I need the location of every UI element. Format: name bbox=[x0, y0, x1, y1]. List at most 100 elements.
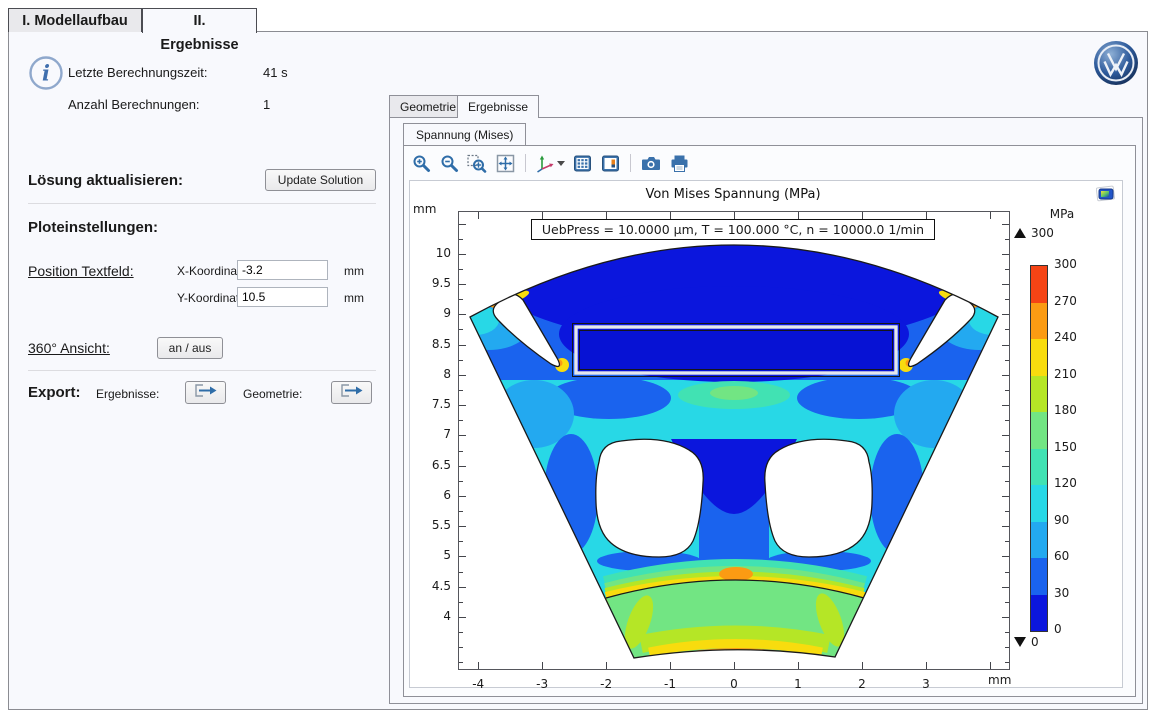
legend-color-segment bbox=[1031, 558, 1047, 595]
grid-toggle-icon[interactable] bbox=[571, 152, 593, 174]
axis-tick bbox=[459, 662, 463, 663]
axis-tick bbox=[926, 212, 927, 219]
export-geometry-button[interactable] bbox=[331, 381, 372, 404]
axis-tick-label: 1 bbox=[783, 677, 813, 691]
axis-tick bbox=[734, 662, 735, 669]
axis-tick-label: -1 bbox=[655, 677, 685, 691]
dropdown-caret-icon[interactable] bbox=[557, 161, 565, 166]
axis-tick bbox=[459, 466, 466, 467]
legend-tick-label: 60 bbox=[1054, 549, 1094, 563]
toolbar-separator bbox=[630, 154, 631, 172]
axis-tick bbox=[1002, 314, 1009, 315]
axis-tick-label: 10 bbox=[411, 246, 451, 260]
axis-tick bbox=[459, 405, 466, 406]
axis-tick-label: 7.5 bbox=[411, 397, 451, 411]
axis-tick-label: 9 bbox=[411, 306, 451, 320]
axis-tick-label: 2 bbox=[847, 677, 877, 691]
legend-unit: MPa bbox=[1032, 207, 1092, 221]
snapshot-camera-icon[interactable] bbox=[640, 152, 662, 174]
tab-ergebnisse[interactable]: II. Ergebnisse bbox=[142, 8, 257, 33]
legend-tick-label: 120 bbox=[1054, 476, 1094, 490]
svg-text:i: i bbox=[42, 61, 50, 86]
axis-tick-label: 6 bbox=[411, 488, 451, 502]
min-triangle-icon bbox=[1014, 637, 1026, 647]
zoom-extents-icon[interactable] bbox=[494, 152, 516, 174]
legend-tick-label: 270 bbox=[1054, 294, 1094, 308]
axis-tick bbox=[459, 390, 463, 391]
toolbar-separator bbox=[525, 154, 526, 172]
export-results-button[interactable] bbox=[185, 381, 226, 404]
axis-tick-label: 4.5 bbox=[411, 579, 451, 593]
plot-group-icon[interactable] bbox=[1096, 185, 1116, 207]
axis-tick bbox=[542, 662, 543, 669]
axis-tick bbox=[459, 511, 463, 512]
axis-tick bbox=[459, 647, 463, 648]
axis-tick bbox=[1002, 526, 1009, 527]
axis-tick bbox=[459, 587, 466, 588]
axis-tick bbox=[862, 212, 863, 219]
axis-tick bbox=[798, 662, 799, 669]
axis-tick bbox=[606, 212, 607, 219]
axis-tick bbox=[459, 345, 466, 346]
last-computation-value: 41 s bbox=[263, 65, 288, 80]
axis-tick bbox=[1005, 299, 1009, 300]
axis-tick bbox=[459, 572, 463, 573]
axis-tick bbox=[459, 360, 463, 361]
legend-min-marker: 0 bbox=[1014, 635, 1039, 649]
x-coordinate-input[interactable] bbox=[237, 260, 328, 280]
tab-geometrie[interactable]: Geometrie bbox=[389, 95, 467, 117]
tab-modellaufbau[interactable]: I. Modellaufbau bbox=[8, 8, 142, 32]
graphics-canvas[interactable]: Von Mises Spannung (MPa) UebPress = 10.0… bbox=[409, 180, 1123, 688]
legend-tick-label: 300 bbox=[1054, 257, 1094, 271]
zoom-box-icon[interactable] bbox=[466, 152, 488, 174]
print-icon[interactable] bbox=[668, 152, 690, 174]
axis-tick bbox=[1005, 481, 1009, 482]
axis-tick-label: 8 bbox=[411, 367, 451, 381]
axis-tick bbox=[459, 299, 463, 300]
update-solution-button[interactable]: Update Solution bbox=[265, 169, 376, 191]
legend-tick-label: 90 bbox=[1054, 513, 1094, 527]
axis-orientation-icon[interactable] bbox=[535, 152, 565, 174]
legend-tick-label: 30 bbox=[1054, 586, 1094, 600]
axis-tick bbox=[459, 541, 463, 542]
legend-color-segment bbox=[1031, 449, 1047, 486]
axis-tick bbox=[1005, 360, 1009, 361]
graphics-toolbar bbox=[410, 150, 690, 176]
axis-tick bbox=[459, 375, 466, 376]
y-coordinate-unit: mm bbox=[344, 291, 364, 305]
axis-tick-label: 5 bbox=[411, 548, 451, 562]
axis-tick bbox=[1005, 647, 1009, 648]
view-360-toggle-button[interactable]: an / aus bbox=[157, 337, 223, 359]
legend-color-segment bbox=[1031, 412, 1047, 449]
axis-tick-label: 9.5 bbox=[411, 276, 451, 290]
axis-tick-label: 6.5 bbox=[411, 458, 451, 472]
axis-tick bbox=[1005, 572, 1009, 573]
axis-tick-label: 4 bbox=[411, 609, 451, 623]
legend-toggle-icon[interactable] bbox=[599, 152, 621, 174]
axis-tick-label: 0 bbox=[719, 677, 749, 691]
legend-tick-label: 240 bbox=[1054, 330, 1094, 344]
axis-tick-label: -2 bbox=[591, 677, 621, 691]
axis-tick bbox=[459, 632, 463, 633]
zoom-out-icon[interactable] bbox=[438, 152, 460, 174]
legend-max-marker: 300 bbox=[1014, 226, 1054, 240]
tab-spannung-mises[interactable]: Spannung (Mises) bbox=[403, 123, 526, 145]
tab-results[interactable]: Ergebnisse bbox=[457, 95, 539, 118]
zoom-in-icon[interactable] bbox=[410, 152, 432, 174]
axis-tick bbox=[862, 662, 863, 669]
app-root: { "main_tabs": [ {"label": "I. Modellauf… bbox=[0, 0, 1157, 720]
axis-tick bbox=[542, 212, 543, 219]
plot-settings-heading: Ploteinstellungen: bbox=[28, 219, 158, 236]
plot-title: Von Mises Spannung (MPa) bbox=[458, 187, 1008, 202]
axis-tick bbox=[1002, 556, 1009, 557]
axis-tick bbox=[1002, 435, 1009, 436]
axis-tick bbox=[990, 212, 991, 219]
axis-tick bbox=[1002, 466, 1009, 467]
axis-tick bbox=[926, 662, 927, 669]
y-coordinate-input[interactable] bbox=[237, 287, 328, 307]
legend-color-segment bbox=[1031, 266, 1047, 303]
info-icon: i bbox=[28, 55, 64, 96]
stress-contour-field bbox=[459, 212, 1009, 669]
axis-tick bbox=[459, 239, 463, 240]
view-360-label: 360° Ansicht: bbox=[28, 340, 110, 356]
